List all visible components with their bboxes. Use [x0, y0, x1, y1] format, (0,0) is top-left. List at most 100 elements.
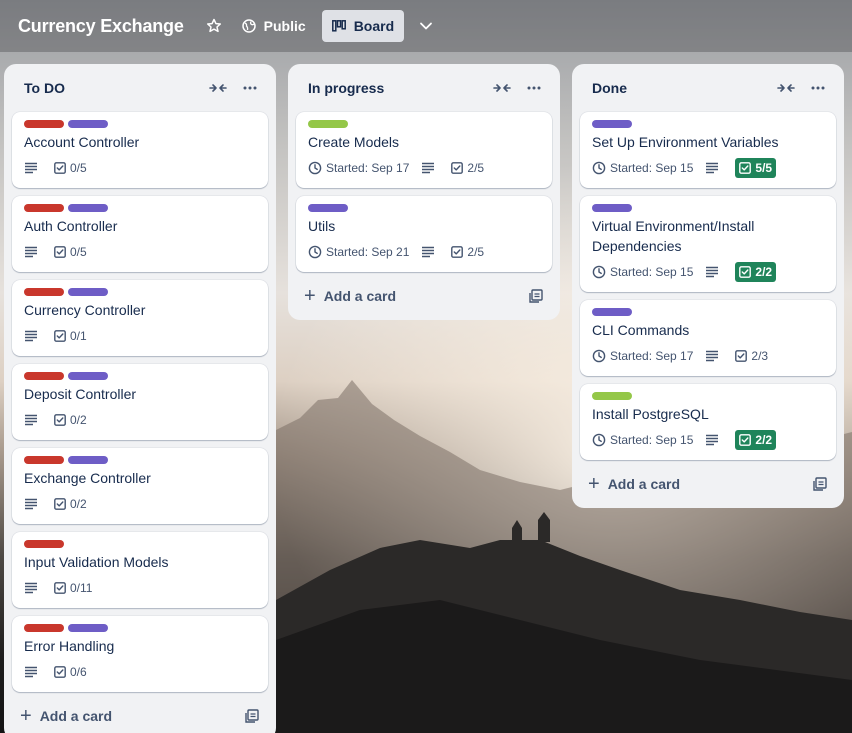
list-actions-button[interactable] — [802, 72, 834, 104]
card[interactable]: Exchange Controller 0/2 — [12, 448, 268, 524]
description-icon — [24, 582, 38, 594]
red-label[interactable] — [24, 204, 64, 212]
start-date-badge[interactable]: Started: Sep 15 — [592, 430, 693, 450]
start-date-badge[interactable]: Started: Sep 17 — [308, 158, 409, 178]
start-date-badge[interactable]: Started: Sep 17 — [592, 346, 693, 366]
card[interactable]: Auth Controller 0/5 — [12, 196, 268, 272]
red-label[interactable] — [24, 288, 64, 296]
add-card-button[interactable]: + Add a card — [580, 468, 836, 500]
collapse-list-button[interactable] — [202, 72, 234, 104]
purple-label[interactable] — [68, 288, 108, 296]
start-date-text: Started: Sep 21 — [326, 245, 410, 259]
start-date-badge[interactable]: Started: Sep 15 — [592, 158, 693, 178]
red-label[interactable] — [24, 624, 64, 632]
list-title[interactable]: To DO — [24, 80, 202, 96]
card-title: Currency Controller — [24, 302, 146, 318]
card-badges: 0/1 — [24, 324, 256, 348]
purple-label[interactable] — [592, 308, 632, 316]
red-label[interactable] — [24, 456, 64, 464]
create-from-template-button[interactable] — [236, 700, 268, 732]
card[interactable]: Virtual Environment/Install Dependencies… — [580, 196, 836, 292]
chevron-down-icon — [419, 19, 433, 33]
collapse-icon — [209, 82, 227, 94]
list-header: In progress — [296, 64, 552, 112]
card[interactable]: Set Up Environment Variables Started: Se… — [580, 112, 836, 188]
board-view-button[interactable]: Board — [321, 10, 405, 42]
card[interactable]: Deposit Controller 0/2 — [12, 364, 268, 440]
checklist-count: 2/3 — [751, 349, 769, 363]
checklist-badge: 2/2 — [735, 430, 777, 450]
checklist-badge: 0/2 — [54, 494, 87, 514]
checklist-count: 2/5 — [467, 245, 485, 259]
red-label[interactable] — [24, 120, 64, 128]
description-icon — [705, 266, 719, 278]
card[interactable]: Currency Controller 0/1 — [12, 280, 268, 356]
card-title: Account Controller — [24, 134, 140, 150]
card[interactable]: Account Controller 0/5 — [12, 112, 268, 188]
star-button[interactable] — [198, 10, 230, 42]
checklist-icon — [739, 434, 752, 446]
views-dropdown-button[interactable] — [410, 10, 442, 42]
visibility-button[interactable]: Public — [232, 10, 316, 42]
add-card-button[interactable]: + Add a card — [12, 700, 268, 732]
list-actions-button[interactable] — [518, 72, 550, 104]
collapse-list-button[interactable] — [770, 72, 802, 104]
checklist-badge: 0/6 — [54, 662, 87, 682]
checklist-icon — [54, 246, 66, 258]
board-icon — [331, 20, 346, 32]
purple-label[interactable] — [68, 456, 108, 464]
description-badge — [421, 158, 439, 178]
green-label[interactable] — [592, 392, 632, 400]
description-icon — [24, 666, 38, 678]
card[interactable]: Input Validation Models 0/11 — [12, 532, 268, 608]
card[interactable]: Utils Started: Sep 21 2/5 — [296, 196, 552, 272]
checklist-icon — [739, 162, 752, 174]
description-badge — [705, 262, 723, 282]
purple-label[interactable] — [592, 120, 632, 128]
checklist-icon — [451, 246, 464, 258]
list-header: To DO — [12, 64, 268, 112]
start-date-badge[interactable]: Started: Sep 15 — [592, 262, 693, 282]
list-title[interactable]: Done — [592, 80, 770, 96]
card-badges: Started: Sep 17 2/5 — [308, 156, 540, 180]
checklist-icon — [451, 162, 464, 174]
start-date-text: Started: Sep 15 — [610, 161, 694, 175]
purple-label[interactable] — [68, 204, 108, 212]
visibility-label: Public — [263, 18, 306, 34]
add-card-button[interactable]: + Add a card — [296, 280, 552, 312]
card-title: Exchange Controller — [24, 470, 151, 486]
list-actions-button[interactable] — [234, 72, 266, 104]
green-label[interactable] — [308, 120, 348, 128]
card-labels — [24, 540, 256, 548]
card[interactable]: CLI Commands Started: Sep 17 2/3 — [580, 300, 836, 376]
add-card-label: Add a card — [39, 708, 113, 724]
checklist-icon — [735, 350, 748, 362]
card[interactable]: Error Handling 0/6 — [12, 616, 268, 692]
collapse-list-button[interactable] — [486, 72, 518, 104]
list-1: In progress Create Models Started: Sep 1… — [288, 64, 560, 320]
purple-label[interactable] — [592, 204, 632, 212]
card-badges: 0/6 — [24, 660, 256, 684]
purple-label[interactable] — [68, 624, 108, 632]
more-icon — [243, 86, 257, 90]
card[interactable]: Install PostgreSQL Started: Sep 15 2/2 — [580, 384, 836, 460]
start-date-badge[interactable]: Started: Sep 21 — [308, 242, 409, 262]
card-list: Account Controller 0/5 Auth Controller 0… — [12, 112, 268, 692]
card-labels — [592, 120, 824, 128]
red-label[interactable] — [24, 540, 64, 548]
create-from-template-button[interactable] — [520, 280, 552, 312]
checklist-icon — [54, 498, 66, 510]
start-date-text: Started: Sep 15 — [610, 433, 694, 447]
purple-label[interactable] — [68, 120, 108, 128]
card-badges: Started: Sep 15 2/2 — [592, 260, 824, 284]
red-label[interactable] — [24, 372, 64, 380]
checklist-count: 0/5 — [70, 161, 87, 175]
purple-label[interactable] — [308, 204, 348, 212]
list-title[interactable]: In progress — [308, 80, 486, 96]
checklist-icon — [54, 330, 66, 342]
board-title[interactable]: Currency Exchange — [18, 16, 184, 37]
card[interactable]: Create Models Started: Sep 17 2/5 — [296, 112, 552, 188]
create-from-template-button[interactable] — [804, 468, 836, 500]
checklist-badge: 2/5 — [451, 158, 484, 178]
purple-label[interactable] — [68, 372, 108, 380]
